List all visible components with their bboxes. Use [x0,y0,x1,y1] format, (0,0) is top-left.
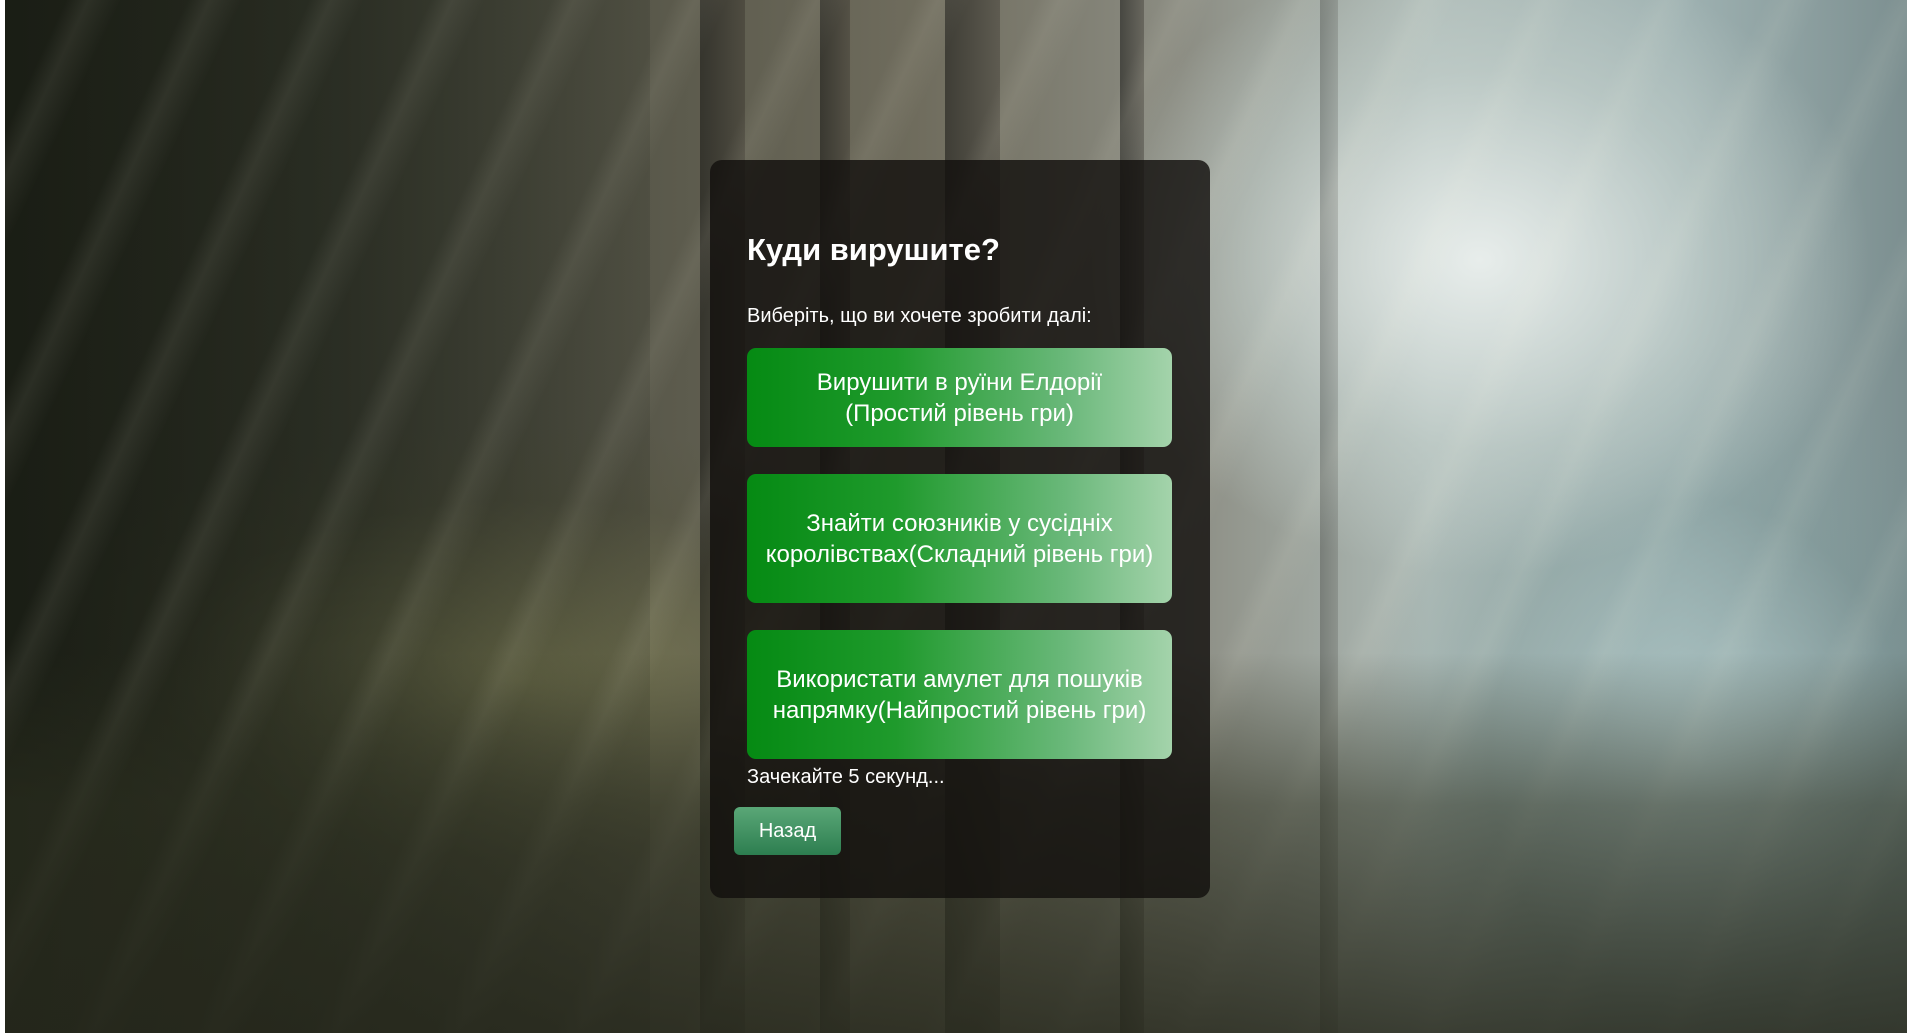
choice-dialog: Куди вирушите? Виберіть, що ви хочете зр… [710,160,1210,898]
window-edge [0,0,5,1033]
choice-button-eldoria-ruins[interactable]: Вирушити в руїни Елдорії (Простий рівень… [747,348,1172,447]
countdown-text: Зачекайте 5 секунд... [747,766,945,788]
choice-button-use-amulet[interactable]: Використати амулет для пошуків напрямку(… [747,630,1172,759]
dialog-title: Куди вирушите? [747,232,1000,267]
choice-button-find-allies[interactable]: Знайти союзників у сусідніх королівствах… [747,474,1172,603]
dialog-subtitle: Виберіть, що ви хочете зробити далі: [747,305,1092,327]
back-button[interactable]: Назад [734,807,841,855]
